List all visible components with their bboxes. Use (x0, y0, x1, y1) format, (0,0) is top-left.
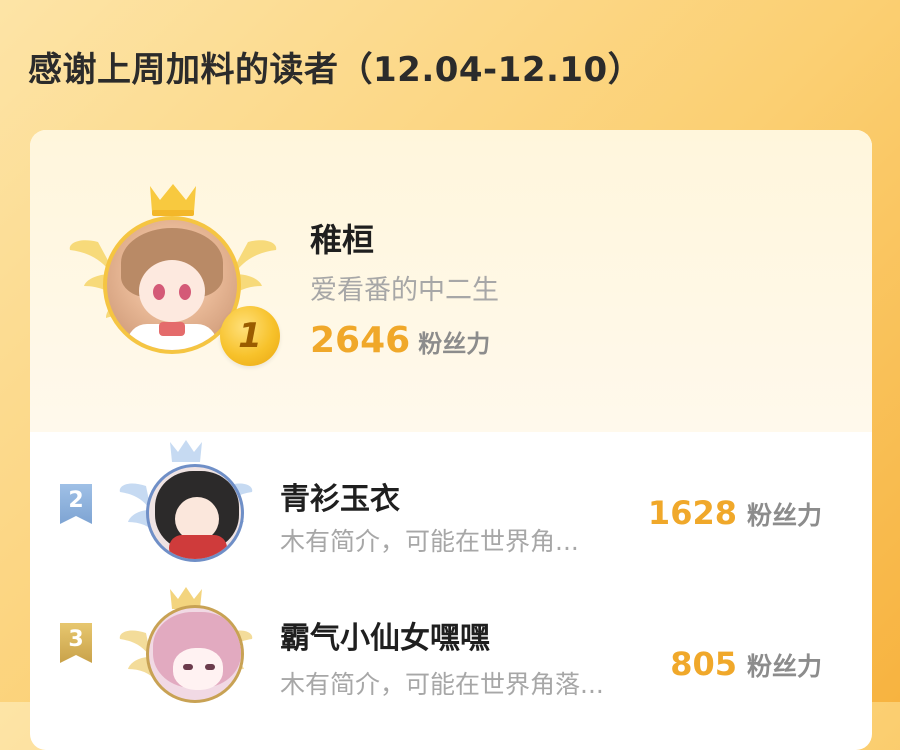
score: 805 粉丝力 (670, 645, 822, 683)
user-bio: 木有简介，可能在世界角落... (280, 670, 604, 699)
score-unit: 粉丝力 (418, 330, 491, 358)
user-bio: 木有简介，可能在世界角... (280, 527, 579, 556)
rank-ribbon-icon: 2 (60, 484, 92, 524)
rank-1-medal-icon: 1 (220, 306, 280, 366)
leaderboard-card: 1 稚桓 爱看番的中二生 2646 粉丝力 2 青衫玉衣 木有简介，可能在世界角… (30, 130, 872, 750)
first-place-section[interactable]: 1 稚桓 爱看番的中二生 2646 粉丝力 (30, 130, 872, 432)
user-name[interactable]: 霸气小仙女嘿嘿 (280, 613, 490, 657)
score-unit: 粉丝力 (746, 652, 822, 681)
list-item-rank-2[interactable]: 2 青衫玉衣 木有简介，可能在世界角... 1628 粉丝力 (30, 432, 872, 582)
user-name[interactable]: 青衫玉衣 (280, 474, 400, 518)
page-title: 感谢上周加料的读者（12.04-12.10） (28, 50, 643, 90)
score: 2646 粉丝力 (310, 320, 490, 361)
user-name[interactable]: 稚桓 (310, 215, 374, 261)
list-item-rank-3[interactable]: 3 霸气小仙女嘿嘿 木有简介，可能在世界角落... 805 粉丝力 (30, 585, 872, 735)
score-value: 805 (670, 645, 737, 683)
score-value: 2646 (310, 320, 411, 361)
rank-ribbon-icon: 3 (60, 623, 92, 663)
score: 1628 粉丝力 (648, 494, 822, 532)
avatar[interactable] (146, 464, 244, 562)
score-unit: 粉丝力 (746, 501, 822, 530)
avatar[interactable] (146, 605, 244, 703)
score-value: 1628 (647, 494, 737, 532)
user-bio: 爱看番的中二生 (310, 275, 499, 306)
